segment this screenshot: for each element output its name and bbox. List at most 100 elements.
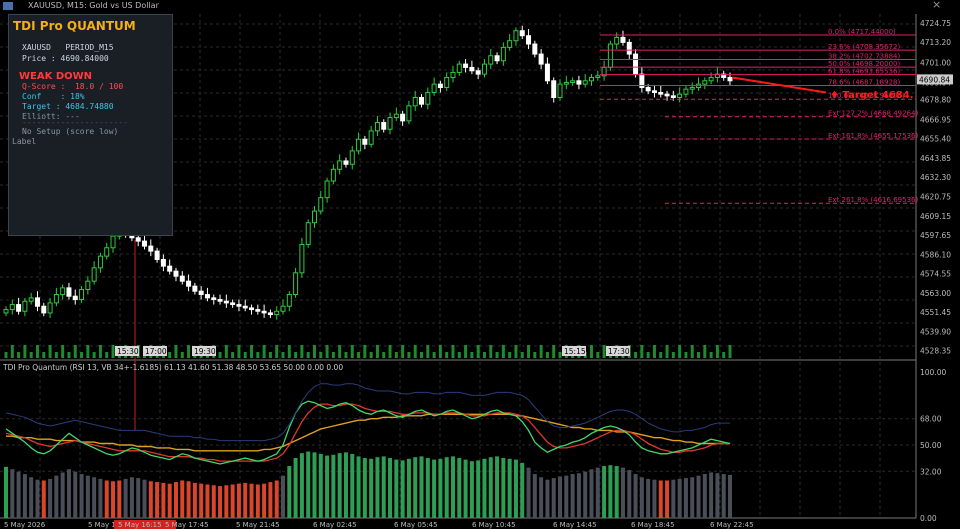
- volume-bar: [363, 345, 367, 358]
- price-axis-tick: 4597.65: [920, 231, 951, 240]
- indicator-histogram-bar: [73, 471, 78, 518]
- time-mark-label: 17:30: [608, 347, 630, 356]
- indicator-histogram-bar: [583, 471, 588, 518]
- candle-body: [255, 309, 261, 312]
- indicator-histogram-bar: [22, 474, 27, 518]
- volume-bar: [646, 352, 650, 358]
- volume-bar: [325, 345, 329, 358]
- tdi-info-panel: TDI Pro QUANTUM XAUUSD PERIOD_M15 Price …: [8, 14, 173, 236]
- candle-body: [142, 240, 148, 247]
- time-axis-label: 6 May 10:45: [472, 521, 516, 529]
- volume-bar: [375, 345, 379, 358]
- indicator-histogram-bar: [595, 467, 600, 518]
- volume-bar: [652, 345, 656, 358]
- volume-bar: [665, 345, 669, 358]
- candle-body: [60, 287, 66, 296]
- time-axis-label: 6 May 02:45: [313, 521, 357, 529]
- candle-body: [349, 150, 355, 165]
- candle-body: [702, 80, 708, 85]
- indicator-histogram-bar: [299, 453, 304, 518]
- close-icon[interactable]: ×: [932, 0, 941, 11]
- candle-body: [186, 280, 192, 287]
- candle-body: [456, 63, 462, 73]
- panel-price-line: Price : 4690.84000: [22, 54, 109, 63]
- indicator-histogram-bar: [400, 460, 405, 518]
- volume-bar: [180, 352, 184, 358]
- panel-qscore: Q-Score : 18.0 / 100: [22, 82, 124, 91]
- candle-body: [41, 305, 47, 314]
- candle-body: [293, 272, 299, 296]
- indicator-histogram-bar: [54, 475, 59, 518]
- volume-bar: [382, 352, 386, 358]
- price-axis-tick: 4586.10: [920, 250, 951, 259]
- time-axis-label: 5 May 21:45: [236, 521, 280, 529]
- volume-bar: [67, 352, 71, 358]
- indicator-histogram-bar: [469, 461, 474, 518]
- price-axis-tick: 4528.35: [920, 347, 951, 356]
- candle-body: [280, 305, 286, 312]
- volume-bar: [401, 345, 405, 358]
- indicator-histogram-bar: [564, 475, 569, 518]
- indicator-histogram-bar: [375, 457, 380, 518]
- candle-body: [469, 66, 475, 72]
- candle-body: [651, 90, 657, 93]
- indicator-histogram-bar: [111, 481, 116, 518]
- volume-bar: [275, 345, 279, 358]
- indicator-histogram-bar: [646, 478, 651, 518]
- indicator-histogram-bar: [696, 475, 701, 518]
- volume-bar: [602, 345, 606, 358]
- indicator-histogram-bar: [85, 475, 90, 518]
- indicator-histogram-bar: [438, 458, 443, 518]
- volume-bar: [464, 345, 468, 358]
- indicator-histogram-bar: [312, 452, 317, 518]
- candle-body: [160, 258, 166, 267]
- indicator-histogram-bar: [665, 480, 670, 518]
- candle-body: [645, 86, 651, 92]
- volume-bar: [243, 352, 247, 358]
- indicator-histogram-bar: [652, 479, 657, 518]
- indicator-histogram-bar: [513, 459, 518, 518]
- fib-level-label: 61.8% (4693.65536): [828, 68, 901, 76]
- volume-bar: [369, 352, 373, 358]
- volume-bar: [438, 345, 442, 358]
- volume-bar: [697, 352, 701, 358]
- indicator-axis-tick: 100.00: [920, 368, 946, 377]
- volume-bar: [111, 345, 115, 358]
- volume-bar: [394, 352, 398, 358]
- window-menu-icon[interactable]: [3, 2, 13, 10]
- candle-body: [97, 255, 103, 269]
- volume-bar: [407, 352, 411, 358]
- candle-body: [236, 304, 242, 307]
- panel-conf: Conf : 18%: [22, 92, 85, 101]
- indicator-histogram-bar: [369, 458, 374, 518]
- indicator-histogram-bar: [721, 474, 726, 518]
- candle-body: [53, 294, 59, 304]
- indicator-histogram-bar: [362, 457, 367, 518]
- indicator-histogram-bar: [570, 474, 575, 518]
- volume-bar: [558, 352, 562, 358]
- volume-bar: [268, 352, 272, 358]
- candle-body: [211, 297, 217, 301]
- indicator-histogram-bar: [425, 457, 430, 518]
- candle-body: [526, 35, 532, 45]
- indicator-histogram-bar: [614, 466, 619, 518]
- indicator-histogram-bar: [287, 466, 292, 518]
- price-axis-tick: 4563.00: [920, 289, 951, 298]
- indicator-histogram-bar: [532, 474, 537, 518]
- candle-body: [677, 93, 683, 98]
- time-axis-label: 5 May 2026: [4, 521, 46, 529]
- volume-bar: [457, 352, 461, 358]
- candle-body: [481, 63, 487, 75]
- indicator-histogram-bar: [671, 479, 676, 518]
- volume-bar: [61, 345, 65, 358]
- volume-bar: [300, 345, 304, 358]
- candle-body: [343, 160, 349, 165]
- volume-bar: [224, 345, 228, 358]
- volume-bar: [489, 345, 493, 358]
- indicator-histogram-bar: [155, 482, 160, 518]
- candle-body: [387, 117, 393, 130]
- volume-bar: [174, 345, 178, 358]
- indicator-histogram-bar: [117, 480, 122, 518]
- indicator-histogram-bar: [356, 456, 361, 518]
- volume-bar: [596, 352, 600, 358]
